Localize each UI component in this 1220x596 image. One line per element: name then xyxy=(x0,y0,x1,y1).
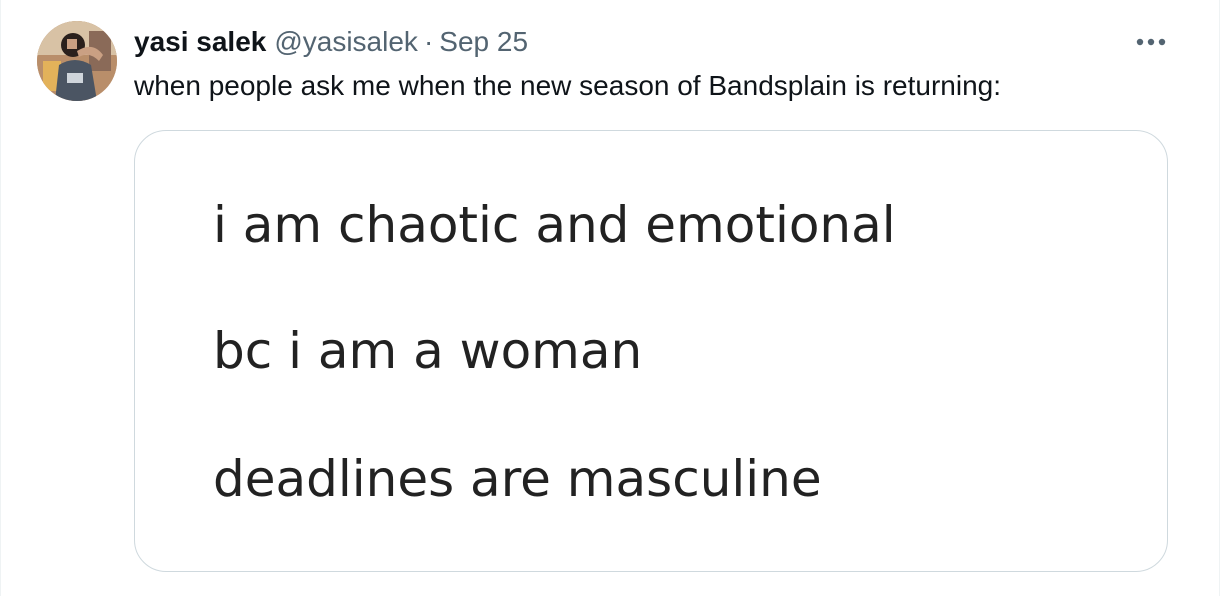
avatar[interactable] xyxy=(37,21,117,101)
more-horizontal-icon xyxy=(1136,38,1166,46)
media-text-line: deadlines are masculine xyxy=(213,450,822,508)
tweet-container[interactable]: yasi salek @yasisalek · Sep 25 when peop… xyxy=(0,0,1220,596)
header-separator: · xyxy=(423,26,434,57)
tweet-date[interactable]: Sep 25 xyxy=(439,24,528,60)
more-options-button[interactable] xyxy=(1131,28,1171,56)
display-name[interactable]: yasi salek xyxy=(134,24,266,60)
user-handle[interactable]: @yasisalek xyxy=(274,24,418,60)
media-image[interactable]: i am chaotic and emotional bc i am a wom… xyxy=(134,130,1168,572)
avatar-photo xyxy=(37,21,117,101)
media-text-line: i am chaotic and emotional xyxy=(213,196,896,254)
tweet-text: when people ask me when the new season o… xyxy=(134,70,1001,101)
tweet-header: yasi salek @yasisalek · Sep 25 xyxy=(134,24,528,60)
media-text-line: bc i am a woman xyxy=(213,322,643,380)
